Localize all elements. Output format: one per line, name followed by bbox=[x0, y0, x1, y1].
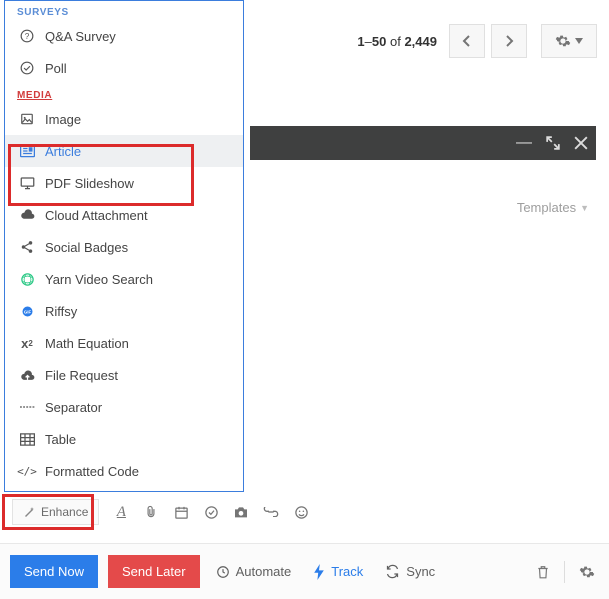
item-label: Article bbox=[45, 144, 81, 159]
item-label: Cloud Attachment bbox=[45, 208, 148, 223]
item-label: Social Badges bbox=[45, 240, 128, 255]
item-crowdcast[interactable]: Crowdcast bbox=[5, 487, 243, 491]
separator-icon bbox=[19, 399, 35, 415]
item-label: Formatted Code bbox=[45, 464, 139, 479]
category-media: MEDIA bbox=[5, 84, 243, 103]
item-image[interactable]: Image bbox=[5, 103, 243, 135]
item-label: Riffsy bbox=[45, 304, 77, 319]
item-label: PDF Slideshow bbox=[45, 176, 134, 191]
send-now-button[interactable]: Send Now bbox=[10, 555, 98, 588]
chevron-left-icon bbox=[462, 35, 472, 47]
track-button[interactable]: Track bbox=[307, 560, 369, 584]
page-total: 2,449 bbox=[404, 34, 437, 49]
sync-label: Sync bbox=[406, 564, 435, 579]
page-end: 50 bbox=[372, 34, 386, 49]
send-later-button[interactable]: Send Later bbox=[108, 555, 200, 588]
minimize-icon[interactable]: — bbox=[516, 140, 532, 146]
item-label: Q&A Survey bbox=[45, 29, 116, 44]
bolt-icon bbox=[313, 564, 325, 580]
settings-button[interactable] bbox=[541, 24, 597, 58]
item-label: File Request bbox=[45, 368, 118, 383]
camera-button[interactable] bbox=[233, 504, 249, 520]
item-label: Math Equation bbox=[45, 336, 129, 351]
templates-label: Templates bbox=[517, 200, 576, 215]
font-format-button[interactable]: A bbox=[113, 504, 129, 520]
item-label: Table bbox=[45, 432, 76, 447]
clock-icon bbox=[216, 565, 230, 579]
delete-button[interactable] bbox=[532, 560, 554, 584]
enhance-label: Enhance bbox=[41, 505, 88, 519]
close-icon[interactable] bbox=[574, 136, 588, 150]
compose-toolbar: Enhance A bbox=[6, 496, 602, 528]
expand-icon[interactable] bbox=[546, 136, 560, 150]
more-settings-button[interactable] bbox=[575, 560, 599, 584]
monitor-icon bbox=[19, 175, 35, 191]
next-page-button[interactable] bbox=[491, 24, 527, 58]
cloud-icon bbox=[19, 207, 35, 223]
article-icon bbox=[19, 143, 35, 159]
check-circle-icon bbox=[19, 60, 35, 76]
code-icon: </> bbox=[19, 463, 35, 479]
divider bbox=[564, 561, 565, 583]
emoji-button[interactable] bbox=[293, 504, 309, 520]
item-cloud-attachment[interactable]: Cloud Attachment bbox=[5, 199, 243, 231]
compose-window-bar: — bbox=[250, 126, 596, 160]
help-circle-icon: ? bbox=[19, 28, 35, 44]
item-label: Poll bbox=[45, 61, 67, 76]
image-icon bbox=[19, 111, 35, 127]
templates-dropdown[interactable]: Templates ▼ bbox=[517, 200, 589, 215]
item-math-equation[interactable]: x2 Math Equation bbox=[5, 327, 243, 359]
gif-icon: GIF bbox=[19, 303, 35, 319]
item-riffsy[interactable]: GIF Riffsy bbox=[5, 295, 243, 327]
bottom-action-bar: Send Now Send Later Automate Track Sync bbox=[0, 543, 609, 599]
gear-icon bbox=[555, 33, 571, 49]
track-label: Track bbox=[331, 564, 363, 579]
category-surveys: SURVEYS bbox=[5, 1, 243, 20]
page-count: 1–50 of 2,449 bbox=[357, 34, 437, 49]
item-table[interactable]: Table bbox=[5, 423, 243, 455]
item-formatted-code[interactable]: </> Formatted Code bbox=[5, 455, 243, 487]
sync-button[interactable]: Sync bbox=[379, 560, 441, 583]
automate-button[interactable]: Automate bbox=[210, 560, 298, 583]
attachment-button[interactable] bbox=[143, 504, 159, 520]
pagination-bar: 1–50 of 2,449 bbox=[357, 24, 597, 58]
svg-text:?: ? bbox=[25, 32, 30, 41]
chevron-right-icon bbox=[504, 35, 514, 47]
wand-icon bbox=[23, 506, 35, 518]
math-icon: x2 bbox=[19, 335, 35, 351]
prev-page-button[interactable] bbox=[449, 24, 485, 58]
enhance-dropdown-scroll[interactable]: SURVEYS ? Q&A Survey Poll MEDIA Image Ar… bbox=[5, 1, 243, 491]
link-button[interactable] bbox=[263, 504, 279, 520]
cloud-upload-icon bbox=[19, 367, 35, 383]
svg-text:GIF: GIF bbox=[23, 309, 31, 314]
enhance-dropdown: SURVEYS ? Q&A Survey Poll MEDIA Image Ar… bbox=[4, 0, 244, 492]
yarn-icon bbox=[19, 271, 35, 287]
item-yarn-video[interactable]: Yarn Video Search bbox=[5, 263, 243, 295]
item-separator[interactable]: Separator bbox=[5, 391, 243, 423]
page-start: 1 bbox=[357, 34, 364, 49]
item-label: Separator bbox=[45, 400, 102, 415]
table-icon bbox=[19, 431, 35, 447]
share-icon bbox=[19, 239, 35, 255]
sync-icon bbox=[385, 564, 400, 579]
item-label: Yarn Video Search bbox=[45, 272, 153, 287]
task-button[interactable] bbox=[203, 504, 219, 520]
page-of: of bbox=[390, 34, 401, 49]
item-pdf-slideshow[interactable]: PDF Slideshow bbox=[5, 167, 243, 199]
item-file-request[interactable]: File Request bbox=[5, 359, 243, 391]
caret-down-icon: ▼ bbox=[580, 203, 589, 213]
automate-label: Automate bbox=[236, 564, 292, 579]
enhance-button[interactable]: Enhance bbox=[12, 499, 99, 525]
item-qa-survey[interactable]: ? Q&A Survey bbox=[5, 20, 243, 52]
caret-down-icon bbox=[575, 38, 583, 44]
item-article[interactable]: Article bbox=[5, 135, 243, 167]
item-social-badges[interactable]: Social Badges bbox=[5, 231, 243, 263]
calendar-button[interactable] bbox=[173, 504, 189, 520]
item-poll[interactable]: Poll bbox=[5, 52, 243, 84]
item-label: Image bbox=[45, 112, 81, 127]
